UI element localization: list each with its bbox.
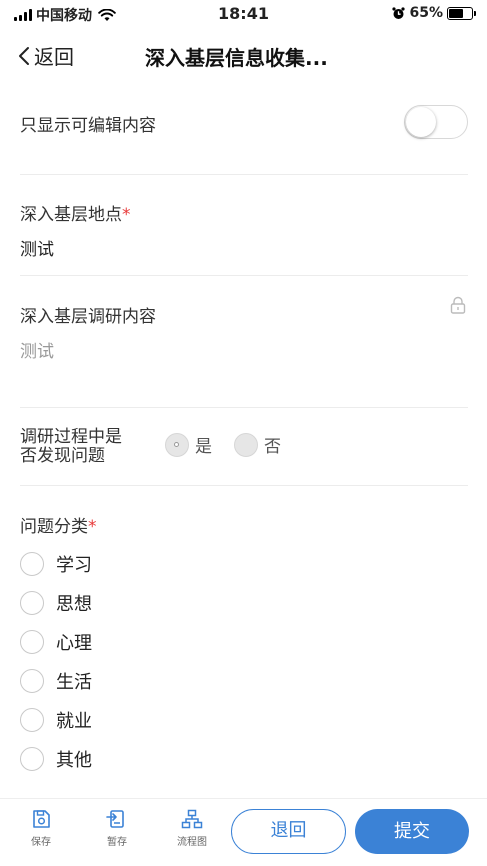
flowchart-button[interactable]: 流程图 (170, 809, 214, 848)
back-label: 返回 (34, 45, 74, 69)
category-field: 问题分类* (20, 512, 468, 537)
category-option-study[interactable]: 学习 (20, 551, 92, 577)
required-mark: * (122, 205, 131, 225)
chevron-left-icon (19, 46, 29, 65)
option-label: 其他 (56, 750, 92, 771)
option-label: 就业 (56, 711, 92, 732)
draft-icon (106, 810, 124, 828)
category-option-employment[interactable]: 就业 (20, 707, 92, 733)
problem-found-row: 调研过程中是 否发现问题 是 否 (20, 428, 468, 466)
draft-label: 暂存 (107, 837, 127, 848)
draft-button[interactable]: 暂存 (95, 809, 139, 848)
location-value: 测试 (20, 240, 54, 260)
problem-found-options: 是 否 (165, 432, 281, 457)
option-label: 否 (264, 437, 281, 457)
radio-circle (20, 747, 44, 771)
category-option-psychology[interactable]: 心理 (20, 629, 92, 655)
status-bar: 中国移动 18:41 65% (0, 0, 487, 30)
divider (20, 174, 468, 175)
radio-circle (20, 552, 44, 576)
divider (20, 407, 468, 408)
problem-found-no[interactable]: 否 (234, 432, 281, 457)
option-label: 思想 (56, 594, 92, 615)
option-label: 生活 (56, 672, 92, 693)
category-label: 问题分类* (20, 512, 468, 537)
location-label-text: 深入基层地点 (20, 205, 122, 225)
category-label-text: 问题分类 (20, 517, 88, 537)
divider (20, 275, 468, 276)
editable-only-row: 只显示可编辑内容 (20, 105, 468, 139)
return-button[interactable]: 退回 (231, 809, 346, 854)
radio-circle (234, 432, 258, 457)
radio-circle (20, 669, 44, 693)
option-label: 是 (195, 437, 212, 457)
category-option-thought[interactable]: 思想 (20, 590, 92, 616)
toggle-knob (406, 107, 436, 137)
editable-only-label: 只显示可编辑内容 (20, 116, 156, 136)
radio-circle (20, 708, 44, 732)
status-right: 65% (392, 5, 476, 21)
divider (20, 485, 468, 486)
location-label: 深入基层地点* (20, 200, 468, 225)
category-option-other[interactable]: 其他 (20, 746, 92, 772)
research-content-field: 深入基层调研内容 测试 (20, 296, 468, 362)
battery-icon (447, 6, 476, 20)
nav-bar: 返回 深入基层信息收集... (0, 32, 487, 78)
bottom-toolbar: 保存 暂存 流程图 退回 提交 (0, 798, 487, 866)
required-mark: * (88, 517, 97, 537)
save-icon (33, 810, 50, 828)
problem-found-yes[interactable]: 是 (165, 432, 212, 457)
category-option-life[interactable]: 生活 (20, 668, 92, 694)
alarm-icon (392, 6, 406, 19)
lock-icon (450, 296, 466, 314)
flowchart-label: 流程图 (177, 837, 207, 848)
editable-only-toggle[interactable] (404, 105, 468, 139)
page-title: 深入基层信息收集... (145, 46, 328, 70)
save-label: 保存 (31, 837, 51, 848)
submit-button[interactable]: 提交 (355, 809, 469, 854)
location-field[interactable]: 深入基层地点* 测试 (20, 200, 468, 260)
research-content-label: 深入基层调研内容 (20, 307, 156, 327)
radio-circle (20, 591, 44, 615)
save-button[interactable]: 保存 (19, 809, 63, 848)
flowchart-icon (181, 809, 203, 829)
option-label: 心理 (56, 633, 92, 654)
battery-percent: 65% (409, 5, 443, 21)
option-label: 学习 (56, 555, 92, 576)
radio-circle (165, 432, 189, 457)
back-button[interactable]: 返回 (18, 41, 74, 70)
research-content-value: 测试 (20, 342, 54, 362)
radio-circle (20, 630, 44, 654)
